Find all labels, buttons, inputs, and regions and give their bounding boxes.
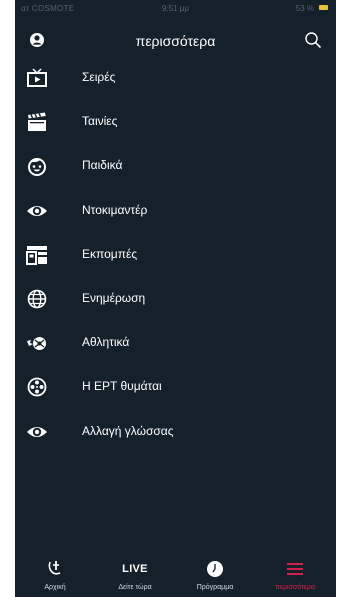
ert-logo-icon: [48, 561, 61, 575]
menu-list: Σειρές Ταινίες Παιδικά Ντοκιμαντέρ Εκπομ…: [15, 56, 336, 454]
menu-item-documentaries[interactable]: Ντοκιμαντέρ: [15, 189, 336, 233]
menu-item-kids[interactable]: Παιδικά: [15, 144, 336, 188]
page-title: περισσότερα: [135, 33, 216, 49]
globe-icon: [27, 289, 47, 309]
battery-label: 53 %: [295, 4, 314, 13]
tv-play-icon: [27, 68, 47, 87]
clapperboard-icon: [28, 112, 46, 132]
menu-item-shows[interactable]: Εκπομπές: [15, 233, 336, 277]
menu-item-label: Σειρές: [82, 70, 116, 84]
menu-item-label: Ενημέρωση: [82, 290, 146, 305]
battery-icon: [319, 5, 328, 10]
eye-icon: [27, 205, 47, 216]
tab-label: περισσότερα: [275, 584, 315, 591]
menu-item-series[interactable]: Σειρές: [15, 56, 336, 100]
clock-label: 9:51 μμ: [161, 4, 189, 13]
menu-item-label: Παιδικά: [82, 158, 123, 173]
menu-item-label: Εκπομπές: [82, 246, 138, 261]
menu-item-news[interactable]: Ενημέρωση: [15, 277, 336, 321]
menu-item-label: Ντοκιμαντέρ: [82, 202, 148, 217]
hamburger-icon: [287, 563, 303, 575]
bottom-tab-bar: Αρχική LIVE Δείτε τώρα Πρόγραμμα περισσό…: [15, 553, 336, 597]
kid-face-icon: [28, 158, 46, 177]
menu-item-ert-remembers[interactable]: Η ΕΡΤ θυμάται: [15, 365, 336, 409]
app-screen: ατ COSMOTE 9:51 μμ 53 % περισσότερα Σειρ…: [15, 0, 336, 597]
menu-item-label: Ταινίες: [82, 114, 118, 129]
tab-label: Αρχική: [44, 584, 66, 591]
menu-item-label: Η ΕΡΤ θυμάται: [82, 379, 162, 394]
menu-item-label: Αλλαγή γλώσσας: [82, 423, 174, 438]
tab-home[interactable]: Αρχική: [15, 553, 95, 597]
header: περισσότερα: [15, 26, 336, 56]
status-bar: ατ COSMOTE 9:51 μμ 53 %: [15, 0, 336, 20]
eye-icon: [27, 426, 47, 437]
search-icon[interactable]: [304, 31, 322, 49]
live-icon: LIVE: [122, 563, 148, 575]
sports-icon: [27, 337, 46, 351]
tab-label: Δείτε τώρα: [118, 584, 152, 591]
shows-icon: [26, 245, 47, 265]
tab-schedule[interactable]: Πρόγραμμα: [175, 553, 255, 597]
tab-more[interactable]: περισσότερα: [255, 553, 335, 597]
menu-item-change-language[interactable]: Αλλαγή γλώσσας: [15, 410, 336, 454]
tab-label: Πρόγραμμα: [196, 584, 234, 591]
clock-icon: [207, 561, 223, 577]
menu-item-sports[interactable]: Αθλητικά: [15, 321, 336, 365]
film-reel-icon: [27, 377, 47, 397]
tab-live[interactable]: LIVE Δείτε τώρα: [95, 553, 175, 597]
menu-item-movies[interactable]: Ταινίες: [15, 100, 336, 144]
menu-item-label: Αθλητικά: [82, 335, 130, 350]
